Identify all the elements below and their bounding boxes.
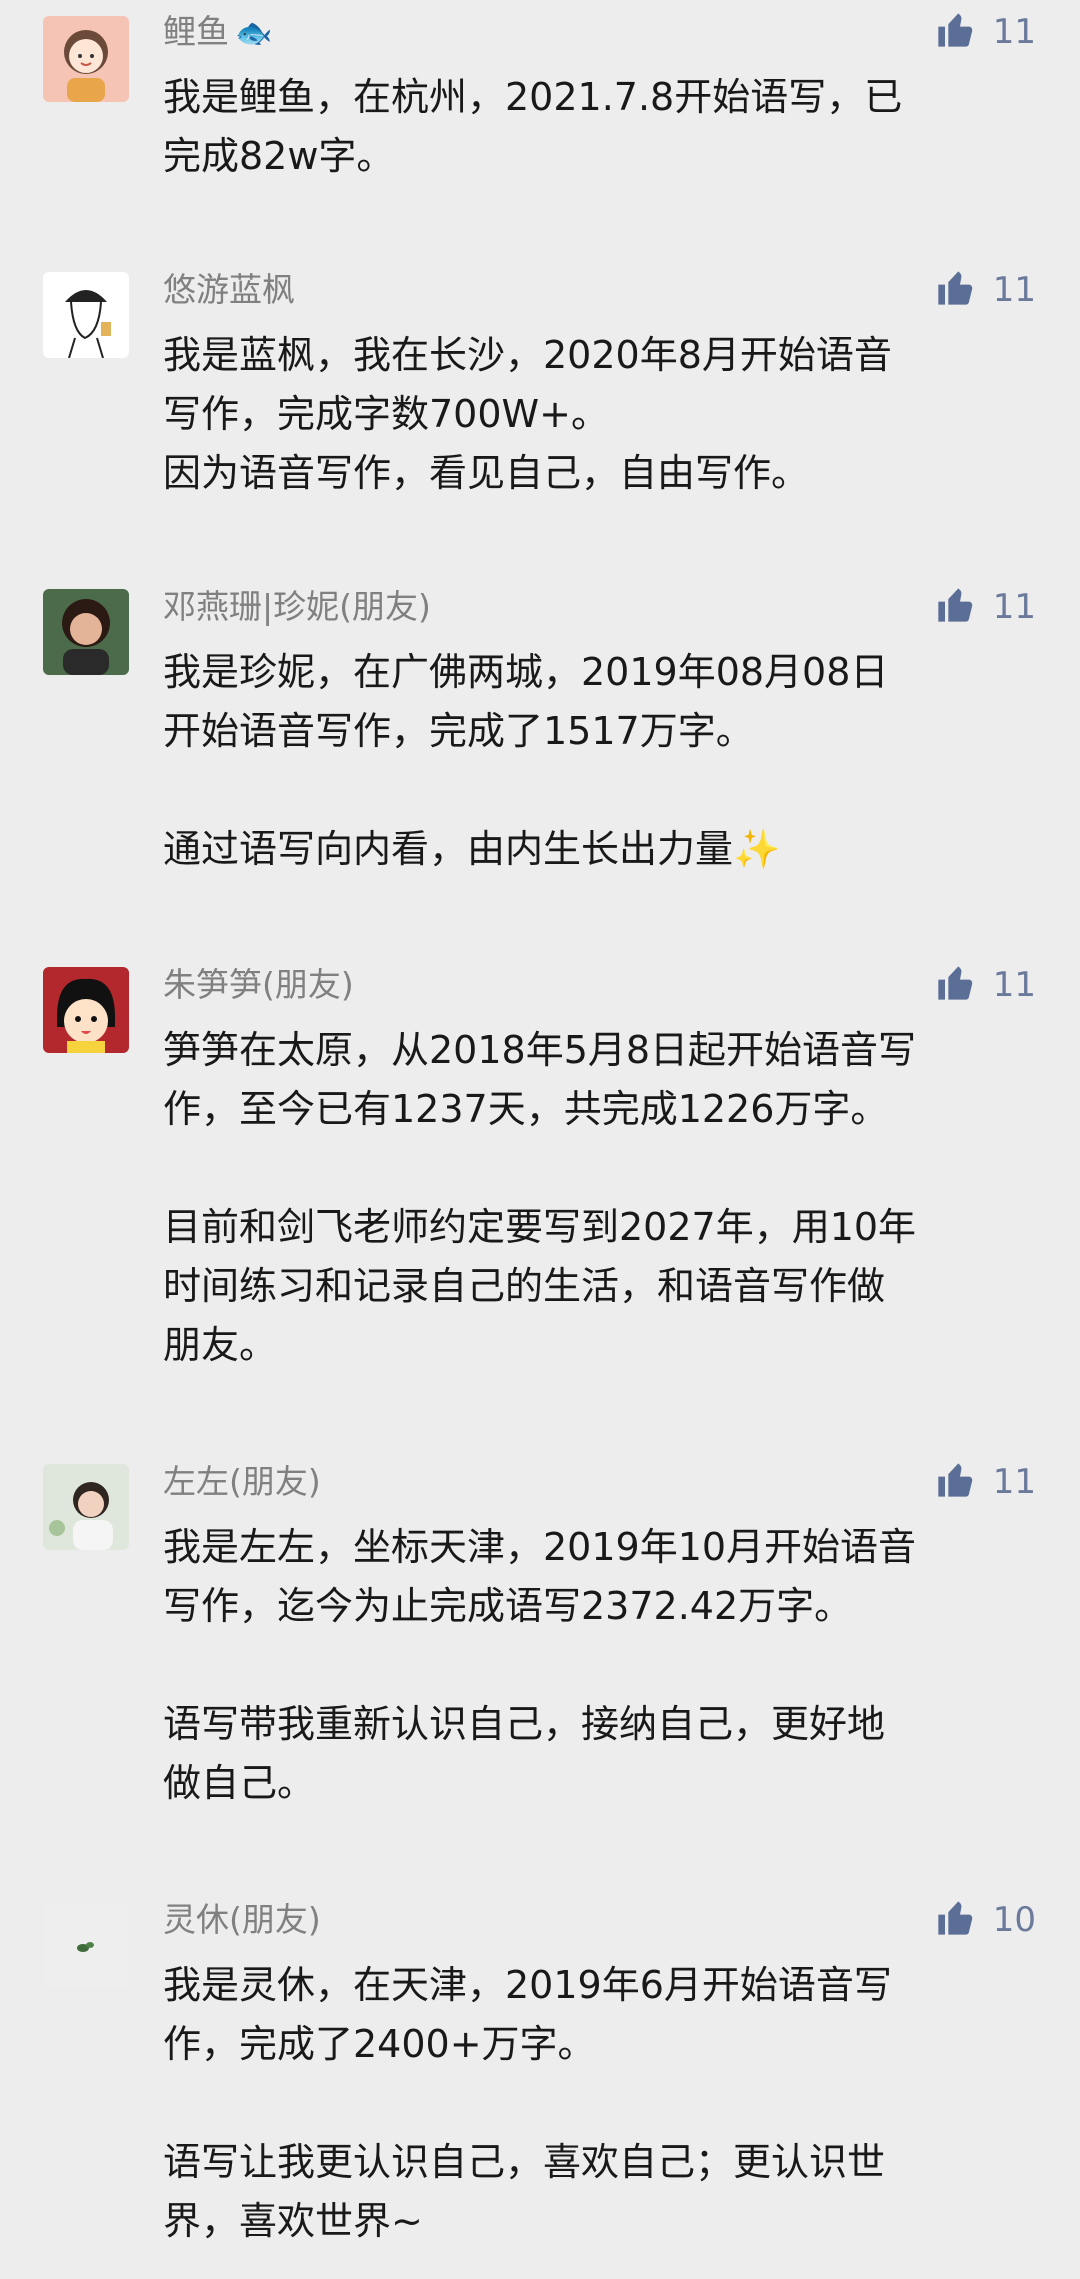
comment-line: 我是鲤鱼，在杭州，2021.7.8开始语写，已 — [163, 75, 903, 119]
like-count: 11 — [992, 12, 1036, 52]
comment-line: 我是左左，坐标天津，2019年10月开始语音 — [163, 1525, 917, 1569]
like-count: 11 — [992, 587, 1036, 627]
comment-line: 做自己。 — [163, 1761, 316, 1805]
like-button[interactable]: 11 — [935, 266, 1036, 314]
commenter-name-text: 鲤鱼 — [163, 12, 229, 51]
commenter-name[interactable]: 悠游蓝枫 — [163, 270, 295, 310]
comment-line: 完成82w字。 — [163, 134, 395, 178]
comment-line: 作，完成了2400+万字。 — [163, 2022, 596, 2066]
comment-line: 写作，完成字数700W+。 — [163, 392, 609, 436]
like-button[interactable]: 10 — [935, 1896, 1036, 1944]
thumbs-up-icon — [935, 268, 975, 312]
comment-text: 我是珍妮，在广佛两城，2019年08月08日 开始语音写作，完成了1517万字。… — [163, 643, 1043, 879]
avatar[interactable] — [43, 589, 129, 675]
commenter-name[interactable]: 鲤鱼 🐟 — [163, 12, 272, 54]
avatar[interactable] — [43, 1464, 129, 1550]
avatar[interactable] — [43, 272, 129, 358]
comment-line-text: 通过语写向内看，由内生长出力量 — [163, 827, 734, 871]
comment-line: 写作，迄今为止完成语写2372.42万字。 — [163, 1584, 853, 1628]
comment-text: 我是灵休，在天津，2019年6月开始语音写 作，完成了2400+万字。 语写让我… — [163, 1956, 1043, 2251]
comment-line: 语写带我重新认识自己，接纳自己，更好地 — [163, 1702, 886, 1746]
like-button[interactable]: 11 — [935, 961, 1036, 1009]
like-count: 11 — [992, 965, 1036, 1005]
thumbs-up-icon — [935, 1898, 975, 1942]
comment-text: 我是鲤鱼，在杭州，2021.7.8开始语写，已 完成82w字。 — [163, 68, 1043, 186]
comment-line: 我是灵休，在天津，2019年6月开始语音写 — [163, 1963, 892, 2007]
commenter-name[interactable]: 左左(朋友) — [163, 1462, 321, 1502]
thumbs-up-icon — [935, 963, 975, 1007]
avatar[interactable] — [43, 16, 129, 102]
comment-line: 因为语音写作，看见自己，自由写作。 — [163, 451, 810, 495]
commenter-name[interactable]: 邓燕珊|珍妮(朋友) — [163, 587, 431, 627]
like-button[interactable]: 11 — [935, 583, 1036, 631]
comment-line: 目前和剑飞老师约定要写到2027年，用10年 — [163, 1205, 917, 1249]
thumbs-up-icon — [935, 1460, 975, 1504]
like-count: 10 — [992, 1900, 1036, 1940]
fish-icon: 🐟 — [235, 16, 273, 51]
comment-line: 界，喜欢世界~ — [163, 2199, 423, 2243]
avatar[interactable] — [43, 967, 129, 1053]
commenter-name[interactable]: 朱笋笋(朋友) — [163, 965, 354, 1005]
thumbs-up-icon — [935, 10, 975, 54]
comment-line: 语写让我更认识自己，喜欢自己；更认识世 — [163, 2140, 886, 2184]
comment-text: 笋笋在太原，从2018年5月8日起开始语音写 作，至今已有1237天，共完成12… — [163, 1021, 1043, 1375]
thumbs-up-icon — [935, 585, 975, 629]
like-count: 11 — [992, 270, 1036, 310]
comment-line: 时间练习和记录自己的生活，和语音写作做 — [163, 1264, 886, 1308]
commenter-name[interactable]: 灵休(朋友) — [163, 1900, 321, 1940]
avatar[interactable] — [43, 1902, 129, 1988]
like-button[interactable]: 11 — [935, 8, 1036, 56]
sparkles-icon: ✨ — [733, 827, 781, 871]
comment-text: 我是蓝枫，我在长沙，2020年8月开始语音 写作，完成字数700W+。 因为语音… — [163, 326, 1043, 503]
comment-line: 我是珍妮，在广佛两城，2019年08月08日 — [163, 650, 889, 694]
comment-line: 朋友。 — [163, 1323, 278, 1367]
like-count: 11 — [992, 1462, 1036, 1502]
comment-line: 我是蓝枫，我在长沙，2020年8月开始语音 — [163, 333, 892, 377]
comment-line: 开始语音写作，完成了1517万字。 — [163, 709, 754, 753]
comment-line: 作，至今已有1237天，共完成1226万字。 — [163, 1087, 889, 1131]
like-button[interactable]: 11 — [935, 1458, 1036, 1506]
comment-text: 我是左左，坐标天津，2019年10月开始语音 写作，迄今为止完成语写2372.4… — [163, 1518, 1043, 1813]
comment-line: 通过语写向内看，由内生长出力量✨ — [163, 820, 1043, 879]
comment-line: 笋笋在太原，从2018年5月8日起开始语音写 — [163, 1028, 917, 1072]
